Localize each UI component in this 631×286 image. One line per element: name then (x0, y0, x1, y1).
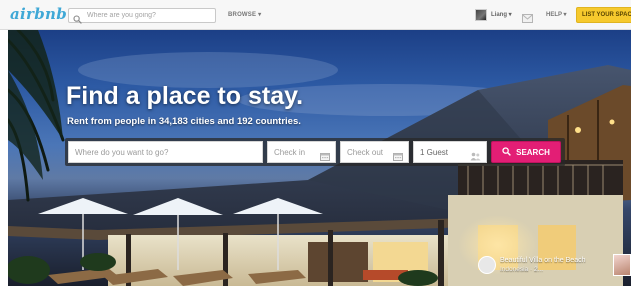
browse-menu[interactable]: BROWSE ▾ (228, 11, 261, 18)
host-avatar (478, 256, 496, 274)
where-input[interactable] (75, 147, 262, 157)
header-search[interactable] (68, 8, 216, 24)
where-field[interactable] (68, 141, 263, 163)
search-button-icon (502, 146, 512, 158)
help-menu[interactable]: HELP ▾ (546, 11, 567, 18)
listing-thumbnail[interactable] (613, 254, 631, 276)
mail-icon[interactable] (522, 10, 533, 23)
airbnb-logo[interactable]: airbnb (10, 5, 67, 23)
avatar[interactable] (475, 9, 487, 21)
hero-banner: Find a place to stay. Rent from people i… (8, 30, 631, 286)
guests-value: 1 Guest (420, 147, 449, 157)
listing-caption[interactable]: Beautiful Villa on the Beach Indonesia ·… (476, 254, 631, 280)
search-button-label: SEARCH (516, 147, 550, 157)
guests-icon (470, 148, 481, 161)
checkin-field[interactable] (267, 141, 336, 163)
listing-caption-title[interactable]: Beautiful Villa on the Beach (500, 257, 586, 264)
top-nav: airbnb BROWSE ▾ Liang ▾ HELP ▾ LIST YOUR… (0, 0, 631, 30)
hero-subline: Rent from people in 34,183 cities and 19… (67, 116, 301, 127)
hero-headline: Find a place to stay. (66, 82, 304, 110)
hero-search-bar: 1 Guest SEARCH (65, 138, 565, 166)
guests-select[interactable]: 1 Guest (413, 141, 487, 163)
list-your-space-button[interactable]: LIST YOUR SPACE (576, 7, 631, 23)
search-icon (73, 11, 82, 24)
header-search-input[interactable] (87, 12, 215, 19)
checkout-field[interactable] (340, 141, 409, 163)
calendar-icon[interactable] (393, 148, 403, 161)
listing-caption-subtitle: Indonesia · 2... (500, 266, 543, 273)
calendar-icon[interactable] (320, 148, 330, 161)
search-button[interactable]: SEARCH (491, 141, 561, 163)
user-menu[interactable]: Liang ▾ (491, 11, 512, 18)
